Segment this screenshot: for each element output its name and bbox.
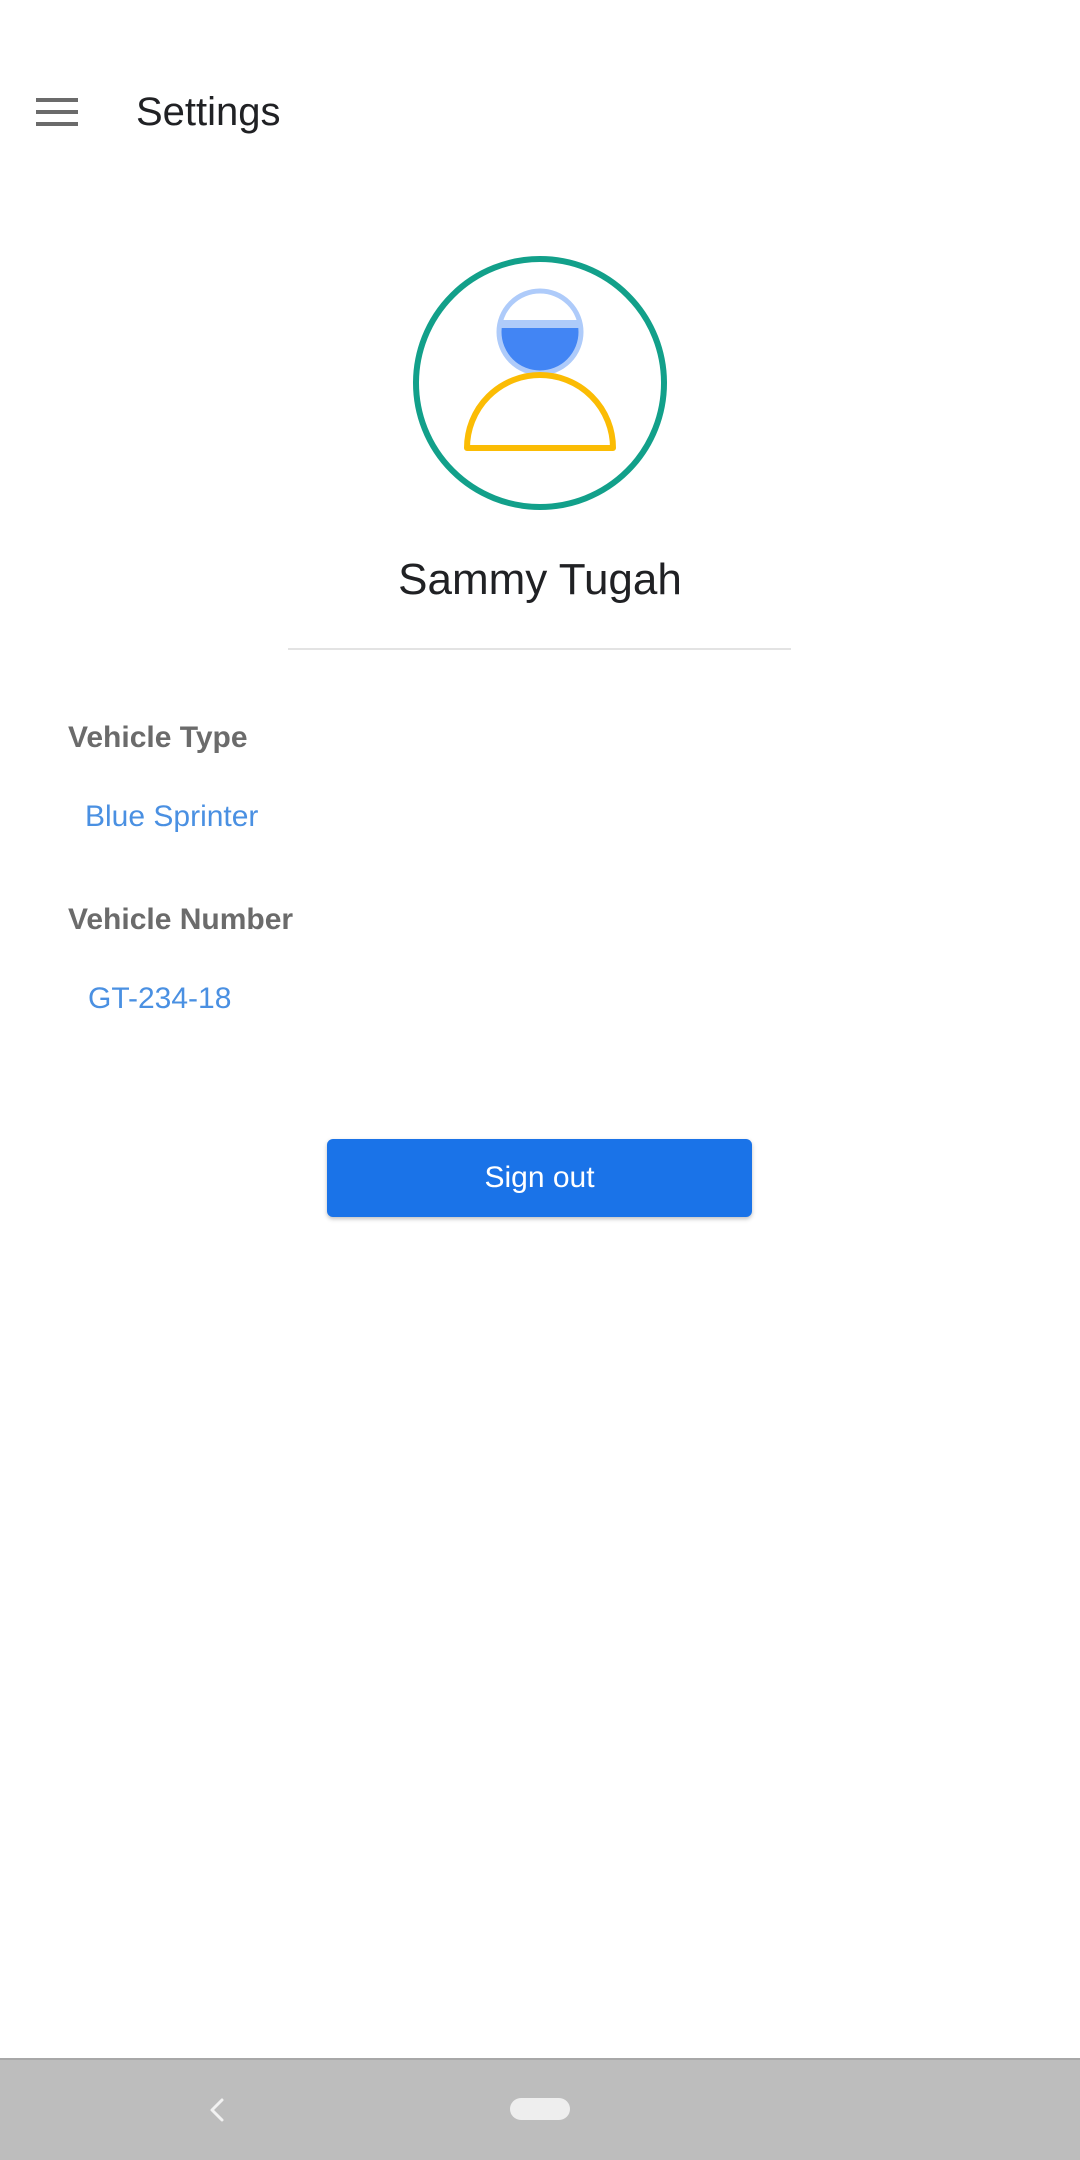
vehicle-type-label: Vehicle Type xyxy=(68,721,248,754)
profile-divider xyxy=(288,648,791,650)
hamburger-menu-icon xyxy=(36,98,78,126)
settings-screen: Settings Sammy Tugah Vehicle Type Blue S… xyxy=(0,0,1080,2160)
page-title: Settings xyxy=(136,90,281,134)
system-nav-bar xyxy=(0,2058,1080,2160)
driver-avatar-icon xyxy=(413,256,667,510)
user-name: Sammy Tugah xyxy=(398,555,682,604)
vehicle-number-label: Vehicle Number xyxy=(68,903,294,936)
back-chevron-icon[interactable] xyxy=(200,2090,236,2130)
home-pill-icon[interactable] xyxy=(510,2098,570,2120)
menu-button[interactable] xyxy=(28,84,88,140)
vehicle-type-value[interactable]: Blue Sprinter xyxy=(85,795,258,839)
app-bar: Settings xyxy=(0,58,1080,166)
sign-out-button[interactable]: Sign out xyxy=(327,1139,752,1217)
vehicle-number-value[interactable]: GT-234-18 xyxy=(88,977,231,1021)
